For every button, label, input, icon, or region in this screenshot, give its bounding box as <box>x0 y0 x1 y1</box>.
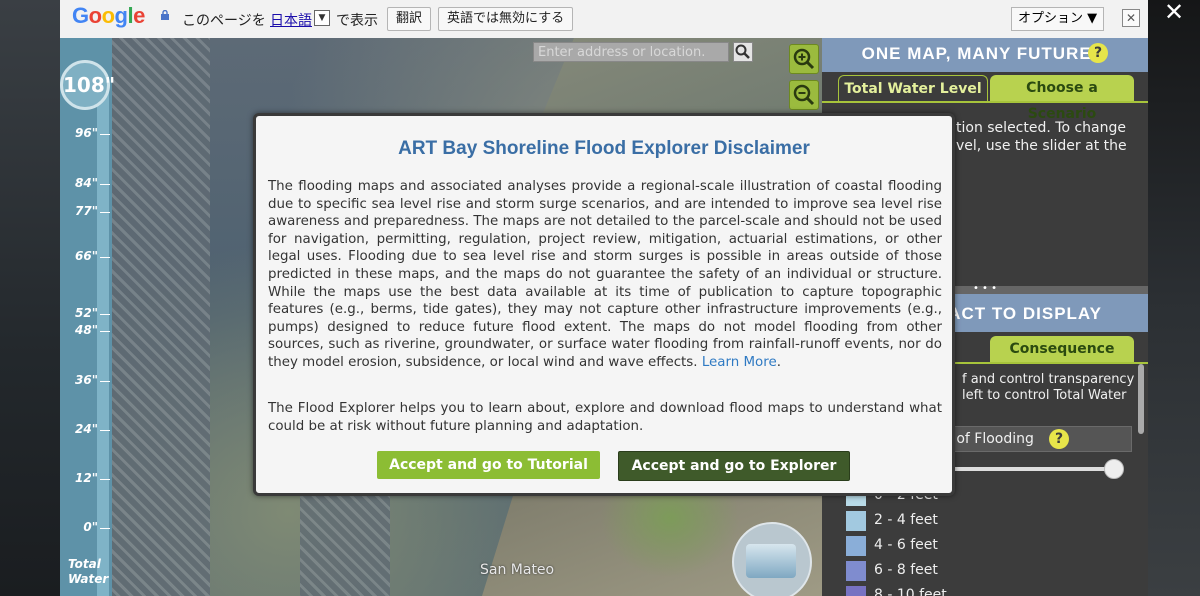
scale-tick: 84" <box>66 176 110 190</box>
translate-prefix: このページを <box>182 13 266 29</box>
disable-translate-button[interactable]: 英語では無効にする <box>438 7 574 31</box>
scale-tick: 77" <box>66 204 110 218</box>
explorer-description: The Flood Explorer helps you to learn ab… <box>268 401 942 434</box>
panel-desc-text: f and control transparency <box>962 372 1135 387</box>
panel-info-text: vel, use the slider at the <box>956 138 1127 154</box>
panel-header: ONE MAP, MANY FUTURES ? <box>822 38 1148 72</box>
water-level-track[interactable] <box>97 78 109 596</box>
tab-choose-scenario[interactable]: Choose a Scenario <box>990 75 1134 122</box>
scale-tick: 12" <box>66 471 110 485</box>
legend-swatch <box>846 586 866 596</box>
transparency-slider-handle[interactable] <box>1104 459 1124 479</box>
search-button[interactable] <box>733 42 753 62</box>
disclaimer-dialog: ART Bay Shoreline Flood Explorer Disclai… <box>253 113 955 496</box>
panel-title: ONE MAP, MANY FUTURES <box>861 44 1104 63</box>
options-button[interactable]: オプション ▼ <box>1011 7 1105 31</box>
scale-tick: 36" <box>66 373 110 387</box>
tab-consequence[interactable]: Consequence <box>990 336 1134 362</box>
scale-tick: 52" <box>66 306 110 320</box>
google-logo: Google <box>72 3 145 28</box>
translate-button[interactable]: 翻訳 <box>387 7 432 31</box>
map-hatched-area-south <box>300 488 390 596</box>
tab-total-water-level[interactable]: Total Water Level <box>838 75 988 102</box>
legend-swatch <box>846 561 866 581</box>
water-level-handle[interactable]: 108" <box>60 60 115 110</box>
scale-tick: 0" <box>66 520 110 534</box>
translate-bar: Google このページを 日本語 ▼ で表示 翻訳 英語では無効にする オプシ… <box>60 0 1148 39</box>
help-icon[interactable]: ? <box>1088 43 1108 63</box>
adapting-to-rising-tides-logo <box>732 522 812 596</box>
scale-tick: 66" <box>66 249 110 263</box>
scale-label: Water <box>68 572 109 586</box>
zoom-out-button[interactable] <box>789 80 819 110</box>
learn-more-link[interactable]: Learn More <box>702 355 777 370</box>
scale-tick: 48" <box>66 323 110 337</box>
help-icon[interactable]: ? <box>1049 429 1069 449</box>
scale-tick: 24" <box>66 422 110 436</box>
legend-swatch <box>846 511 866 531</box>
page-background-right <box>1148 0 1200 596</box>
zoom-out-icon <box>793 84 815 106</box>
zoom-in-button[interactable] <box>789 44 819 74</box>
address-search-input[interactable]: Enter address or location. <box>533 42 729 62</box>
panel-scrollbar[interactable] <box>1138 364 1144 434</box>
scale-label: Total <box>68 557 101 571</box>
zoom-in-icon <box>793 48 815 70</box>
panel-info-text: tion selected. To change <box>956 120 1126 136</box>
panel-desc-text: left to control Total Water <box>962 388 1127 403</box>
water-level-scale: 108" 96" 84" 77" 66" 52" 48" 36" 24" 12"… <box>60 38 115 596</box>
city-label: San Mateo <box>480 562 555 578</box>
language-dropdown-icon[interactable]: ▼ <box>314 10 330 26</box>
disclaimer-text: The flooding maps and associated analyse… <box>268 179 942 370</box>
translate-language-link[interactable]: 日本語 <box>270 10 312 30</box>
accept-tutorial-button[interactable]: Accept and go to Tutorial <box>377 451 600 479</box>
lock-icon <box>161 10 169 20</box>
page-background-left <box>0 0 60 596</box>
search-icon <box>735 44 750 59</box>
translate-close-button[interactable]: ✕ <box>1122 9 1140 27</box>
legend-swatch <box>846 536 866 556</box>
scale-tick: 96" <box>66 126 110 140</box>
window-close-button[interactable]: ✕ <box>1150 0 1198 28</box>
dialog-title: ART Bay Shoreline Flood Explorer Disclai… <box>398 138 810 159</box>
accept-explorer-button[interactable]: Accept and go to Explorer <box>618 451 850 481</box>
translate-suffix: で表示 <box>336 13 378 29</box>
